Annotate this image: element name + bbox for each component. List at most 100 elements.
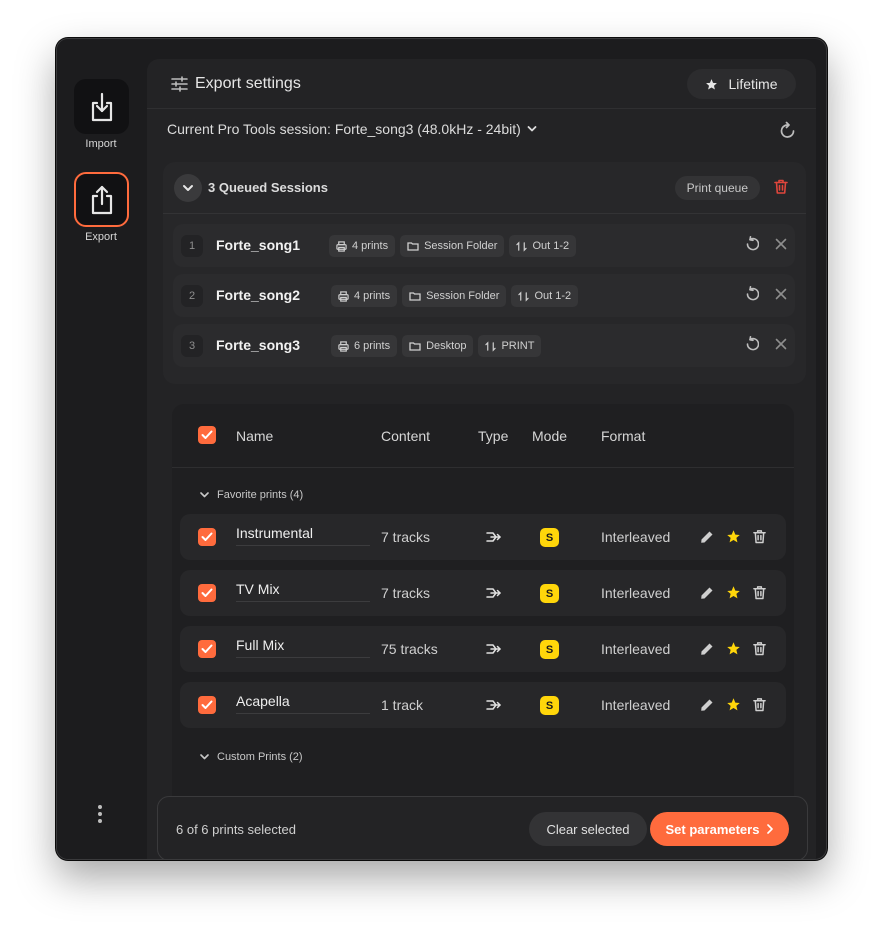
print-content: 7 tracks <box>381 585 431 601</box>
import-button[interactable] <box>74 79 129 134</box>
pencil-icon[interactable] <box>700 586 714 600</box>
undo-icon[interactable] <box>745 286 759 301</box>
print-row-actions <box>700 641 766 656</box>
print-queue-button[interactable]: Print queue <box>674 176 760 200</box>
export-label: Export <box>85 231 117 243</box>
set-parameters-label: Set parameters <box>665 821 760 837</box>
main-panel: Export settings Lifetime Current Pro Too… <box>147 59 816 859</box>
pencil-icon[interactable] <box>700 698 714 712</box>
queue-row[interactable]: 3 Forte_song3 6 prints Desktop PRINT <box>173 324 795 367</box>
output-chip: PRINT <box>478 335 542 357</box>
interleaved-type-icon <box>486 532 501 542</box>
folder-icon <box>409 292 421 301</box>
mode-badge: S <box>540 584 559 603</box>
page-title: Export settings <box>195 75 301 92</box>
routing-icon <box>516 240 528 252</box>
queue-row-chips: 4 prints Session Folder Out 1-2 <box>329 235 577 257</box>
column-content[interactable]: Content <box>381 428 430 444</box>
close-icon[interactable] <box>775 288 787 300</box>
queue-row-actions <box>745 236 787 251</box>
close-icon[interactable] <box>775 238 787 250</box>
undo-icon[interactable] <box>745 336 759 351</box>
refresh-icon[interactable] <box>779 121 796 139</box>
chevron-down-icon <box>527 126 537 132</box>
prints-chip: 4 prints <box>329 235 396 257</box>
print-row-actions <box>700 697 766 712</box>
folder-icon <box>407 242 419 251</box>
table-header: Name Content Type Mode Format <box>172 404 794 468</box>
print-row[interactable]: Acapella 1 track S Interleaved <box>180 682 786 728</box>
set-parameters-button[interactable]: Set parameters <box>650 812 789 846</box>
print-content: 7 tracks <box>381 529 431 545</box>
column-format[interactable]: Format <box>601 428 645 444</box>
queue-row-actions <box>745 336 787 351</box>
print-checkbox[interactable] <box>198 696 216 714</box>
session-selector[interactable]: Current Pro Tools session: Forte_song3 (… <box>167 121 537 137</box>
queue-row-chips: 4 prints Session Folder Out 1-2 <box>331 285 579 307</box>
print-name-field[interactable]: TV Mix <box>236 581 370 602</box>
check-icon <box>201 532 213 541</box>
star-icon[interactable] <box>726 697 741 712</box>
star-icon[interactable] <box>726 641 741 656</box>
trash-icon[interactable] <box>753 641 766 656</box>
lifetime-button[interactable]: Lifetime <box>687 69 796 99</box>
queue-row[interactable]: 2 Forte_song2 4 prints Session Folder Ou… <box>173 274 795 317</box>
check-icon <box>201 644 213 653</box>
chevron-right-icon <box>767 824 774 834</box>
print-checkbox[interactable] <box>198 640 216 658</box>
select-all-checkbox[interactable] <box>198 426 216 444</box>
lifetime-label: Lifetime <box>728 76 778 92</box>
session-label: Current Pro Tools session: Forte_song3 (… <box>167 121 521 137</box>
print-row-actions <box>700 585 766 600</box>
interleaved-type-icon <box>486 700 501 710</box>
folder-chip: Session Folder <box>400 235 505 257</box>
sliders-icon <box>171 76 188 92</box>
custom-prints-group[interactable]: Custom Prints (2) <box>200 751 303 763</box>
output-chip: Out 1-2 <box>509 235 577 257</box>
selection-footer: 6 of 6 prints selected Clear selected Se… <box>157 796 808 859</box>
queue-session-name: Forte_song3 <box>216 337 301 353</box>
print-name-field[interactable]: Acapella <box>236 693 370 714</box>
star-icon <box>706 78 718 90</box>
queue-row[interactable]: 1 Forte_song1 4 prints Session Folder Ou… <box>173 224 795 267</box>
pencil-icon[interactable] <box>700 642 714 656</box>
check-icon <box>201 430 213 439</box>
star-icon[interactable] <box>726 529 741 544</box>
collapse-queue-button[interactable] <box>174 174 202 202</box>
queue-row-number: 2 <box>181 285 203 307</box>
queue-row-number: 1 <box>181 235 203 257</box>
print-name-field[interactable]: Full Mix <box>236 637 370 658</box>
print-row[interactable]: TV Mix 7 tracks S Interleaved <box>180 570 786 616</box>
trash-icon[interactable] <box>774 179 788 194</box>
export-icon <box>91 185 112 214</box>
print-content: 1 track <box>381 697 424 713</box>
print-row[interactable]: Full Mix 75 tracks S Interleaved <box>180 626 786 672</box>
star-icon[interactable] <box>726 585 741 600</box>
queue-header: 3 Queued Sessions Print queue <box>163 162 806 214</box>
close-icon[interactable] <box>775 338 787 350</box>
print-name-field[interactable]: Instrumental <box>236 525 370 546</box>
trash-icon[interactable] <box>753 529 766 544</box>
undo-icon[interactable] <box>745 236 759 251</box>
interleaved-type-icon <box>486 588 501 598</box>
chevron-down-icon <box>200 754 209 760</box>
print-row[interactable]: Instrumental 7 tracks S Interleaved <box>180 514 786 560</box>
check-icon <box>201 588 213 597</box>
column-mode[interactable]: Mode <box>532 428 567 444</box>
pencil-icon[interactable] <box>700 530 714 544</box>
print-format: Interleaved <box>601 697 671 713</box>
print-checkbox[interactable] <box>198 528 216 546</box>
clear-selected-button[interactable]: Clear selected <box>529 812 647 846</box>
print-checkbox[interactable] <box>198 584 216 602</box>
export-button[interactable] <box>74 172 129 227</box>
printer-icon <box>338 290 349 302</box>
selection-count: 6 of 6 prints selected <box>176 822 296 837</box>
column-name[interactable]: Name <box>236 428 273 444</box>
column-type[interactable]: Type <box>478 428 508 444</box>
print-content: 75 tracks <box>381 641 438 657</box>
trash-icon[interactable] <box>753 697 766 712</box>
printer-icon <box>338 340 349 352</box>
more-icon[interactable] <box>97 805 103 823</box>
favorite-prints-group[interactable]: Favorite prints (4) <box>200 489 303 501</box>
trash-icon[interactable] <box>753 585 766 600</box>
